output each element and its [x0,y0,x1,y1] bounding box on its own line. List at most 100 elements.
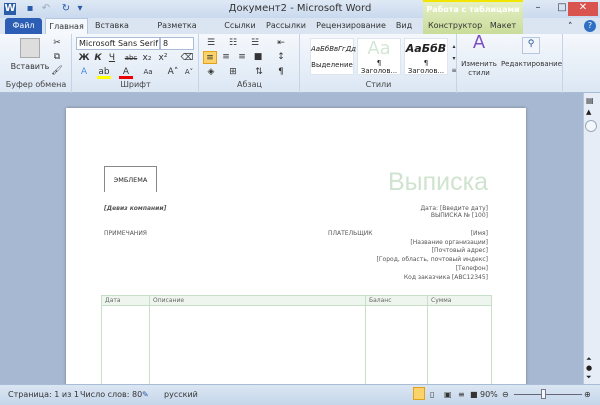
change-styles-icon[interactable]: A [468,34,490,58]
web-layout-button[interactable]: ▣ [444,390,452,399]
shading-icon[interactable]: ◈ [204,66,218,79]
logo-placeholder[interactable]: ЭМБЛЕМА [104,166,157,192]
multilevel-list-icon[interactable]: ☱ [248,37,262,50]
statement-number[interactable]: ВЫПИСКА № [100] [340,212,488,219]
minimize-ribbon-icon[interactable]: ˄ [568,22,573,32]
indent-icon[interactable]: ⇤ [274,37,288,50]
page-count[interactable]: Страница: 1 из 1 [8,390,79,399]
full-screen-reading-button[interactable]: ▯ [430,390,434,399]
paste-button[interactable]: Вставить [8,62,52,71]
align-left-button[interactable]: ≡ [203,51,217,64]
style-preview: АаБбВ [405,42,447,55]
line-spacing-icon[interactable]: ↕ [274,51,288,64]
table-row[interactable] [101,305,492,390]
tab-home[interactable]: Главная [45,18,88,34]
scroll-up-icon[interactable]: ▲ [586,108,591,116]
change-case-button[interactable]: Aa [141,66,155,79]
style-name: ¶ Заголов... [360,59,398,75]
header-amount: Сумма [427,295,492,306]
tab-design[interactable]: Конструктор [428,18,482,34]
next-page-icon[interactable]: ⏷ [586,373,592,382]
tab-view[interactable]: Вид [392,18,416,34]
print-layout-button[interactable] [413,387,425,400]
zoom-slider[interactable] [514,394,582,395]
italic-button[interactable]: К [91,52,105,65]
borders-icon[interactable]: ⊞ [226,66,240,79]
payer-line[interactable]: [Имя] [360,230,488,239]
zoom-slider-thumb[interactable] [541,389,547,399]
payer-line[interactable]: [Почтовый адрес] [360,247,488,256]
style-preview: АаБбВвГгДд [311,45,357,53]
statement-table[interactable]: Дата Описание Баланс Сумма [101,295,492,390]
tab-references[interactable]: Ссылки [222,18,258,34]
style-heading1[interactable]: Аа ¶ Заголов... [357,38,401,75]
word-count[interactable]: Число слов: 80 [80,390,142,399]
minimize-button[interactable]: – [526,2,550,16]
numbering-icon[interactable]: ☷ [226,37,240,50]
header-balance: Баланс [365,295,428,306]
date-field[interactable]: Дата: [Введите дату] [340,205,488,212]
font-color-icon[interactable]: A [119,66,133,79]
align-right-button[interactable]: ≡ [235,51,249,64]
cut-icon[interactable]: ✂ [50,37,64,50]
font-name-select[interactable]: Microsoft Sans Serif (С [76,37,160,50]
align-center-button[interactable]: ≡ [219,51,233,64]
vertical-scrollbar[interactable] [583,93,600,384]
styles-label: Стили [365,80,392,89]
zoom-level[interactable]: 90% [480,390,498,399]
find-icon[interactable]: ⚲ [522,37,540,54]
font-size-select[interactable]: 8 [160,37,194,50]
text-effects-icon[interactable]: A [77,66,91,79]
superscript-button[interactable]: x² [156,52,170,65]
zoom-in-button[interactable]: ⊕ [584,390,591,399]
tab-mailings[interactable]: Рассылки [264,18,308,34]
payer-line[interactable]: [Город, область, почтовый индекс] [360,256,488,265]
tab-insert[interactable]: Вставка [92,18,132,34]
show-formatting-button[interactable]: ¶ [274,66,288,79]
prev-page-icon[interactable]: ⏶ [586,355,592,364]
style-emphasis[interactable]: АаБбВвГгДд Выделение [310,38,357,75]
style-preview: Аа [367,38,391,59]
bullets-icon[interactable]: ☰ [204,37,218,50]
subscript-button[interactable]: x₂ [140,52,154,65]
styles-more[interactable]: ≡ [450,64,458,77]
tab-review[interactable]: Рецензирование [316,18,386,34]
copy-icon[interactable]: ⧉ [50,51,64,64]
paste-icon[interactable] [20,38,40,58]
close-button[interactable]: ✕ [568,2,598,16]
strikethrough-button[interactable]: abc [124,52,138,65]
payer-line[interactable]: Код заказчика [ABC12345] [360,274,488,283]
payer-line[interactable]: [Телефон] [360,265,488,274]
browse-object-icon[interactable]: ● [586,364,592,372]
scroll-thumb[interactable] [585,120,597,132]
tab-page-layout[interactable]: Разметка страницы [138,18,216,46]
format-painter-icon[interactable]: 🖌 [50,65,64,78]
underline-button[interactable]: Ч [105,52,119,65]
justify-button[interactable]: ■ [251,51,265,64]
style-heading2[interactable]: АаБбВ ¶ Заголов... [404,38,448,75]
editing-button[interactable]: Редактирование [500,60,563,68]
sort-icon[interactable]: ⇅ [252,66,266,79]
company-motto[interactable]: [Девиз компании] [104,205,166,212]
tab-file[interactable]: Файл [5,18,42,34]
document-heading[interactable]: Выписка [370,168,488,197]
bold-button[interactable]: Ж [77,52,91,65]
highlight-icon[interactable]: ab [97,66,111,79]
table-header-row: Дата Описание Баланс Сумма [101,295,492,306]
ruler-toggle-icon[interactable]: ▤ [586,96,594,105]
draft-button[interactable]: ■ [470,390,478,399]
shrink-font-button[interactable]: A˅ [182,66,196,79]
paragraph-label: Абзац [236,80,262,89]
tab-layout[interactable]: Макет [488,18,518,34]
proofing-icon[interactable]: ✎ [142,390,149,399]
clear-formatting-icon[interactable]: ⌫ [180,52,194,65]
notes-label: ПРИМЕЧАНИЯ [104,230,147,237]
grow-font-button[interactable]: A˄ [166,66,180,79]
zoom-out-button[interactable]: ⊖ [502,390,509,399]
language[interactable]: русский [164,390,198,399]
payer-line[interactable]: [Название организации] [360,239,488,248]
change-styles-button[interactable]: Изменить стили [459,60,499,78]
help-icon[interactable]: ? [584,20,596,32]
outline-button[interactable]: ≡ [458,390,465,399]
style-name: Выделение [311,61,353,69]
